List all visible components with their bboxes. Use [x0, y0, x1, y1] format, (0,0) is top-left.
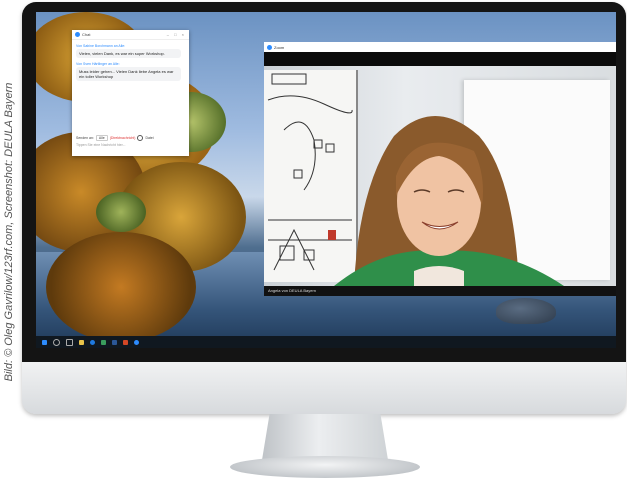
start-button-icon[interactable] [42, 339, 47, 345]
recipient-select[interactable]: Alle [95, 135, 108, 141]
zoom-meeting-window[interactable]: Zoom Angela von DEULA Bayern [264, 42, 616, 296]
zoom-titlebar[interactable]: Zoom [264, 42, 616, 52]
chat-title: Chat [82, 32, 91, 37]
chat-window[interactable]: Chat – □ × Von Sabine Borchmann an Alle:… [72, 30, 189, 156]
message-bubble: Muss leider gehen... Vielen Dank liebe A… [76, 67, 181, 81]
edge-browser-icon[interactable] [90, 339, 95, 345]
zoom-title: Zoom [274, 44, 285, 50]
desktop-screen: Chat – □ × Von Sabine Borchmann an Alle:… [36, 12, 616, 348]
photo-credit: Bild: © Oleg Gavrilow/123rf.com, Screens… [3, 82, 15, 382]
monitor-stand [262, 414, 388, 460]
task-view-icon[interactable] [66, 338, 73, 346]
send-to-row: Senden an: Alle (Direktnachricht) Datei [76, 135, 185, 141]
zoom-logo-icon [75, 32, 80, 37]
chat-message-input[interactable]: Tippen Sie eine Nachricht hier... [76, 143, 125, 147]
message-sender: Von Sven Härtlinger an Alle: [76, 62, 120, 66]
zoom-app-icon[interactable] [134, 339, 139, 345]
send-to-label: Senden an: [76, 136, 94, 140]
monitor-foot [230, 456, 420, 478]
message-sender: Von Sabine Borchmann an Alle: [76, 44, 126, 48]
wallpaper-rock [496, 298, 556, 324]
chat-titlebar[interactable]: Chat – □ × [72, 30, 189, 40]
participant-name-bar [264, 286, 616, 296]
zoom-logo-icon [267, 44, 272, 50]
excel-icon[interactable] [101, 339, 106, 345]
file-icon[interactable] [137, 135, 144, 141]
participant-video [264, 66, 616, 286]
file-explorer-icon[interactable] [79, 339, 84, 345]
window-controls[interactable]: – □ × [167, 32, 186, 37]
participant-name: Angela von DEULA Bayern [268, 288, 317, 293]
powerpoint-icon[interactable] [123, 339, 128, 345]
privacy-label: (Direktnachricht) [109, 136, 136, 140]
word-icon[interactable] [112, 339, 117, 345]
message-bubble: Vielen, vielen Dank, es war ein super Wo… [76, 49, 181, 58]
taskbar [36, 336, 616, 348]
zoom-top-bar [264, 52, 616, 66]
presenter-figure [334, 116, 564, 286]
search-icon[interactable] [53, 338, 60, 346]
monitor-chin [22, 362, 626, 414]
file-button[interactable]: Datei [145, 136, 153, 140]
